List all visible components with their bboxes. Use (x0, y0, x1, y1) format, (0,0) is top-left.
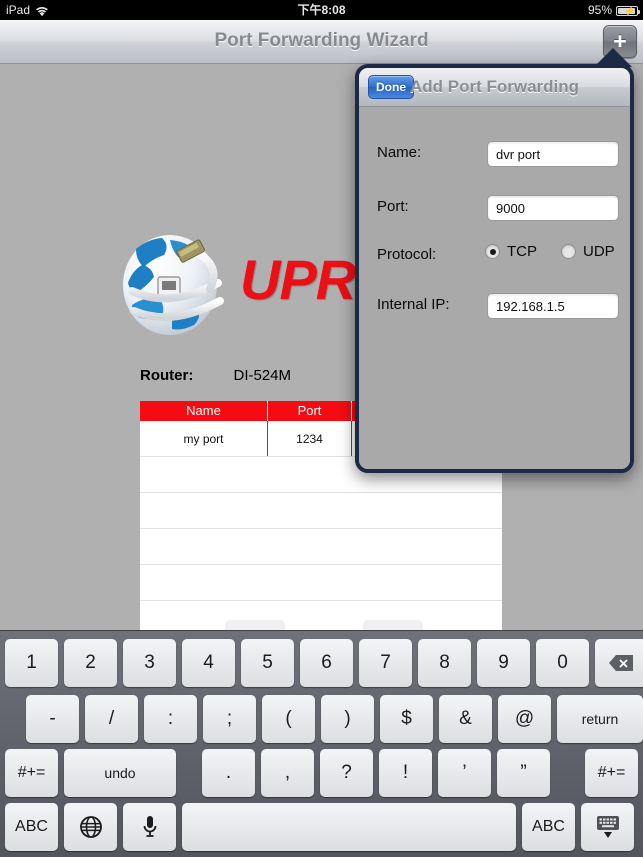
battery-percent: 95% (587, 3, 612, 17)
key-2[interactable]: 2 (64, 639, 117, 687)
table-header-port: Port (268, 401, 352, 421)
name-field-row: Name: dvr port (377, 141, 619, 167)
key-9[interactable]: 9 (477, 639, 530, 687)
radio-tcp-label: TCP (507, 243, 537, 260)
page-title: Port Forwarding Wizard (214, 30, 429, 51)
key-&[interactable]: & (439, 695, 492, 743)
protocol-radio-group: TCP UDP (485, 243, 615, 260)
table-empty-row (140, 529, 502, 565)
internal-ip-input[interactable]: 192.168.1.5 (487, 293, 619, 319)
popover-header: Done Add Port Forwarding (359, 68, 630, 107)
return-key[interactable]: return (557, 695, 643, 743)
key-([interactable]: ( (262, 695, 315, 743)
protocol-field-row: Protocol: TCP UDP (377, 243, 617, 269)
globe-ethernet-logo (118, 223, 230, 341)
key-punct[interactable]: . (202, 749, 255, 797)
internal-ip-field-row: Internal IP: 192.168.1.5 (377, 293, 619, 319)
key-punct[interactable]: , (261, 749, 314, 797)
key-@[interactable]: @ (498, 695, 551, 743)
status-bar-time: 下午8:08 (297, 3, 346, 17)
abc-key-left[interactable]: ABC (5, 803, 58, 851)
ipad-screen: iPad 下午8:08 95% ⚡ Port Forwarding Wizard… (0, 0, 643, 857)
key-punct[interactable]: ? (320, 749, 373, 797)
key-punct[interactable]: ’ (438, 749, 491, 797)
cell-name: my port (140, 421, 268, 456)
table-empty-row (140, 565, 502, 601)
key-8[interactable]: 8 (418, 639, 471, 687)
popover-form: Name: dvr port Port: 9000 Protocol: TCP … (359, 107, 630, 469)
radio-selected-icon (485, 244, 500, 259)
table-header-name: Name (140, 401, 268, 421)
backspace-icon[interactable] (595, 639, 643, 687)
radio-udp-label: UDP (583, 243, 615, 260)
status-bar-right: 95% ⚡ (587, 0, 640, 20)
key-:[interactable]: : (144, 695, 197, 743)
name-input[interactable]: dvr port (487, 141, 619, 167)
undo-key[interactable]: undo (64, 749, 176, 797)
navigation-bar: Port Forwarding Wizard + (0, 20, 643, 64)
symbols-key-left[interactable]: #+= (5, 749, 58, 797)
port-label: Port: (377, 198, 409, 215)
radio-udp[interactable]: UDP (561, 243, 615, 260)
name-label: Name: (377, 144, 422, 161)
key-0[interactable]: 0 (536, 639, 589, 687)
key-)[interactable]: ) (321, 695, 374, 743)
key-/[interactable]: / (85, 695, 138, 743)
key-$[interactable]: $ (380, 695, 433, 743)
router-info: Router: DI-524M (140, 367, 291, 384)
keyboard-row-2: - /:;() $ & @ return (0, 695, 643, 743)
protocol-label: Protocol: (377, 246, 437, 263)
keyboard-row-3: #+= undo.,?!’” #+= (0, 749, 643, 797)
keyboard-row-1: 1234567890 (0, 639, 643, 687)
key--[interactable]: - (26, 695, 79, 743)
table-empty-row (140, 493, 502, 529)
popover-arrow (594, 48, 632, 67)
globe-icon[interactable] (64, 803, 117, 851)
form-accessory-bar (0, 620, 643, 632)
port-field-row: Port: 9000 (377, 195, 619, 221)
key-1[interactable]: 1 (5, 639, 58, 687)
popover-title: Add Port Forwarding (409, 77, 580, 96)
abc-key-right[interactable]: ABC (522, 803, 575, 851)
onscreen-keyboard: 1234567890 - /:;() $ & @ return #+= undo.,?!’”… (0, 630, 643, 857)
key-;[interactable]: ; (203, 695, 256, 743)
battery-charging-icon: ⚡ (616, 6, 640, 16)
radio-tcp[interactable]: TCP (485, 243, 537, 260)
router-value: DI-524M (233, 367, 292, 384)
key-7[interactable]: 7 (359, 639, 412, 687)
key-5[interactable]: 5 (241, 639, 294, 687)
cell-port: 1234 (268, 421, 352, 456)
keyboard-row-4: ABC ABC (0, 803, 643, 851)
router-label: Router: (140, 367, 194, 384)
key-punct[interactable]: ” (497, 749, 550, 797)
internal-ip-label: Internal IP: (377, 296, 450, 313)
port-input[interactable]: 9000 (487, 195, 619, 221)
symbols-key-right[interactable]: #+= (585, 749, 638, 797)
hide-keyboard-icon[interactable] (581, 803, 634, 851)
radio-unselected-icon (561, 244, 576, 259)
add-port-forwarding-popover: Done Add Port Forwarding Name: dvr port … (355, 64, 634, 473)
status-bar: iPad 下午8:08 95% ⚡ (0, 0, 643, 20)
space-key[interactable] (182, 803, 516, 851)
microphone-icon[interactable] (123, 803, 176, 851)
key-4[interactable]: 4 (182, 639, 235, 687)
key-punct[interactable]: ! (379, 749, 432, 797)
key-6[interactable]: 6 (300, 639, 353, 687)
key-3[interactable]: 3 (123, 639, 176, 687)
